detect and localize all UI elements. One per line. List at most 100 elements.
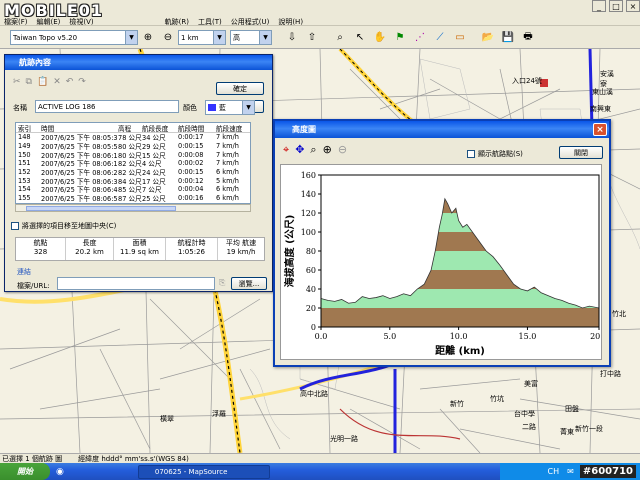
save-file-icon[interactable]: 💾 bbox=[500, 30, 516, 46]
close-button[interactable]: × bbox=[626, 0, 640, 12]
browse-button[interactable]: 瀏覽... bbox=[231, 277, 267, 290]
tray-icon[interactable]: ✉ bbox=[567, 467, 574, 476]
close-icon[interactable]: × bbox=[593, 123, 607, 136]
redo-icon[interactable]: ↷ bbox=[78, 77, 86, 87]
maximize-button[interactable]: □ bbox=[609, 0, 623, 12]
color-select[interactable]: 藍 ▼ bbox=[205, 100, 255, 115]
chevron-down-icon: ▼ bbox=[213, 31, 225, 44]
copy-icon[interactable]: ⧉ bbox=[26, 77, 32, 87]
checkbox-box[interactable] bbox=[467, 150, 475, 158]
waypoint-tool-icon[interactable]: ⚑ bbox=[392, 30, 408, 46]
crosshair-select-icon[interactable]: ⌖ bbox=[283, 143, 289, 157]
cell: 0:00:12 bbox=[178, 176, 204, 185]
map-label: 入口24號 bbox=[512, 77, 542, 85]
cell: 6 km/h bbox=[216, 185, 239, 194]
menu-edit[interactable]: 編輯(E) bbox=[37, 17, 61, 27]
receive-from-device-icon[interactable]: ⇩ bbox=[284, 30, 300, 46]
track-points-table[interactable]: 索引 時間 高程 航段長度 航段時間 航段速度 148 2007/6/25 下午 … bbox=[15, 122, 251, 204]
map-label: 東山溪 bbox=[592, 88, 613, 96]
chevron-down-icon: ▼ bbox=[242, 101, 254, 114]
paste-icon[interactable]: 📋 bbox=[37, 77, 48, 87]
col-header[interactable]: 航段速度 bbox=[216, 123, 250, 133]
summary-cell: 航點 328 bbox=[16, 238, 66, 260]
close-button[interactable]: 關閉 bbox=[559, 146, 603, 159]
col-header[interactable]: 航段長度 bbox=[142, 123, 178, 133]
language-indicator[interactable]: CH bbox=[548, 467, 560, 476]
profile-titlebar[interactable]: 高度圖 bbox=[275, 121, 609, 138]
detail-level-select[interactable]: 高 ▼ bbox=[230, 30, 272, 45]
selection-status: 已選擇 1 個航跡 圖 bbox=[2, 454, 63, 463]
menu-utilities[interactable]: 公用程式(U) bbox=[231, 17, 270, 27]
x-tick-label: 10.0 bbox=[450, 332, 468, 341]
file-url-input[interactable] bbox=[57, 277, 215, 290]
map-product-select[interactable]: Taiwan Topo v5.20 ▼ bbox=[10, 30, 138, 45]
col-header[interactable]: 時間 bbox=[41, 123, 118, 133]
x-tick-label: 20.2 bbox=[590, 332, 601, 341]
zoom-out-icon[interactable]: ⊖ bbox=[338, 143, 347, 157]
selection-tool-icon[interactable]: ↖ bbox=[352, 30, 368, 46]
table-horizontal-scrollbar[interactable] bbox=[15, 204, 251, 212]
print-icon[interactable]: 🖶 bbox=[520, 30, 536, 46]
show-points-checkbox[interactable]: 顯示航路點(S) bbox=[467, 149, 523, 159]
map-label: 田盤 bbox=[565, 405, 579, 413]
x-axis-label: 距離 (km) bbox=[435, 344, 485, 357]
menu-view[interactable]: 檢視(V) bbox=[69, 17, 93, 27]
taskbar-mapsource-item[interactable]: 070625 - MapSource bbox=[137, 464, 270, 479]
menu-items: 檔案(F) 編輯(E) 檢視(V) 軌跡(R) 工具(T) 公用程式(U) 說明… bbox=[0, 17, 303, 27]
table-row[interactable]: 155 2007/6/25 下午 08:06:51 87 公尺 25 公尺 0:00:1… bbox=[16, 194, 250, 203]
measure-tool-icon[interactable]: ▭ bbox=[452, 30, 468, 46]
elevation-band bbox=[321, 289, 599, 308]
menu-bar: MOBILE01 檔案(F) 編輯(E) 檢視(V) 軌跡(R) 工具(T) 公… bbox=[0, 0, 640, 26]
center-checkbox-label: 將選擇的項目移至地圖中央(C) bbox=[22, 222, 117, 230]
track-dialog-titlebar[interactable]: 航跡內容 bbox=[5, 55, 272, 70]
send-to-device-icon[interactable]: ⇧ bbox=[304, 30, 320, 46]
menu-tools[interactable]: 工具(T) bbox=[198, 17, 222, 27]
undo-icon[interactable]: ↶ bbox=[66, 77, 74, 87]
col-header[interactable]: 高程 bbox=[118, 123, 142, 133]
name-label: 名稱 bbox=[13, 104, 27, 112]
track-tool-icon[interactable]: ⟋ bbox=[432, 30, 448, 46]
elevation-chart[interactable]: 0 20 40 60 80 100 120 140 160 0.0 5.0 10.0 15.0 20.2 距… bbox=[280, 164, 608, 360]
color-swatch bbox=[208, 104, 216, 111]
delete-icon[interactable]: ✕ bbox=[53, 77, 61, 87]
elevation-band bbox=[321, 175, 599, 194]
col-header[interactable]: 索引 bbox=[16, 123, 41, 133]
scrollbar-thumb[interactable] bbox=[26, 206, 176, 211]
center-on-map-checkbox[interactable]: 將選擇的項目移至地圖中央(C) bbox=[11, 221, 116, 231]
checkbox-box[interactable] bbox=[11, 222, 19, 230]
start-button[interactable]: 開始 bbox=[0, 463, 50, 480]
link-icon[interactable]: ⎘ bbox=[219, 278, 225, 288]
hand-tool-icon[interactable]: ✋ bbox=[372, 30, 388, 46]
y-tick-label: 20 bbox=[306, 304, 316, 313]
zoom-scale-select[interactable]: 1 km ▼ bbox=[178, 30, 226, 45]
zoom-tool-icon[interactable]: ⌕ bbox=[332, 30, 348, 46]
pan-icon[interactable]: ✥ bbox=[295, 143, 304, 157]
zoom-in-icon[interactable]: ⊕ bbox=[140, 30, 156, 46]
zoom-tool-icon[interactable]: ⌕ bbox=[310, 143, 316, 157]
y-tick-label: 100 bbox=[301, 228, 316, 237]
coord-format-status: 經緯度 hddd° mm'ss.s'(WGS 84) bbox=[78, 454, 189, 463]
minimize-button[interactable]: _ bbox=[592, 0, 606, 12]
quicklaunch-icon[interactable]: ◉ bbox=[56, 467, 64, 477]
ok-button[interactable]: 確定 bbox=[216, 82, 264, 95]
map-label: 美富 bbox=[524, 380, 538, 388]
cell: 153 bbox=[18, 176, 31, 185]
color-select-value: 藍 bbox=[208, 103, 226, 113]
col-header[interactable]: 航段時間 bbox=[178, 123, 216, 133]
elevation-chart-svg: 0 20 40 60 80 100 120 140 160 0.0 5.0 10.0 15.0 20.2 距… bbox=[283, 171, 608, 357]
zoom-out-icon[interactable]: ⊖ bbox=[160, 30, 176, 46]
zoom-in-icon[interactable]: ⊕ bbox=[323, 143, 332, 157]
cell: 2007/6/25 下午 08:06:51 bbox=[41, 195, 118, 204]
open-file-icon[interactable]: 📂 bbox=[480, 30, 496, 46]
map-label: 南興東 bbox=[590, 105, 611, 113]
cell: 0:00:02 bbox=[178, 159, 204, 168]
x-tick-label: 15.0 bbox=[519, 332, 537, 341]
menu-file[interactable]: 檔案(F) bbox=[4, 17, 28, 27]
color-value: 藍 bbox=[219, 103, 226, 112]
taskbar: 開始 ◉ 070625 - MapSource CH ✉ #600710 bbox=[0, 463, 640, 480]
menu-track[interactable]: 軌跡(R) bbox=[165, 17, 189, 27]
menu-help[interactable]: 說明(H) bbox=[278, 17, 303, 27]
cut-icon[interactable]: ✂ bbox=[13, 77, 21, 87]
route-tool-icon[interactable]: ⋰ bbox=[412, 30, 428, 46]
track-name-field[interactable]: ACTIVE LOG 186 bbox=[35, 100, 179, 113]
